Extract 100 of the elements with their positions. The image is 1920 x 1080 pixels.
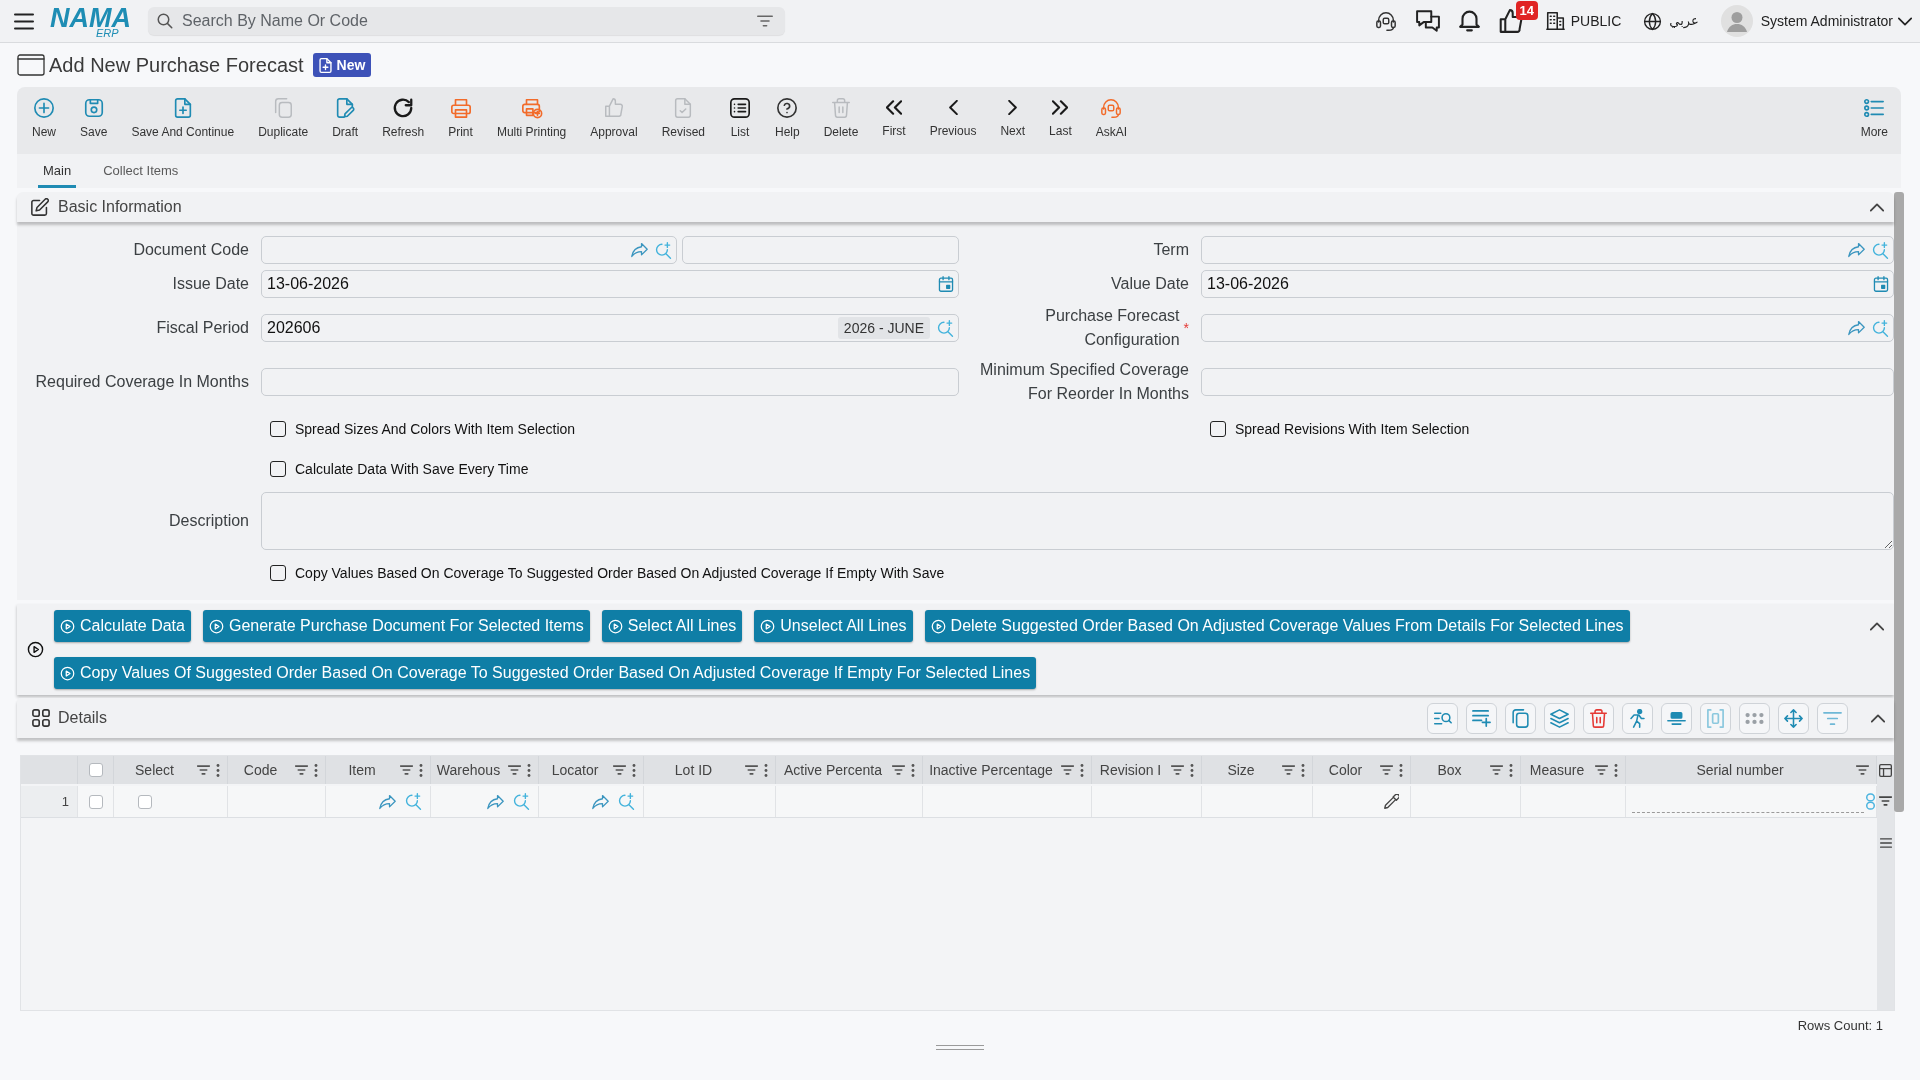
kebab-icon[interactable]: [527, 763, 531, 777]
scrollbar[interactable]: [1894, 192, 1904, 812]
filter-icon[interactable]: [295, 765, 308, 775]
kebab-icon[interactable]: [314, 763, 318, 777]
toolbar-button[interactable]: Previous: [917, 87, 989, 154]
chevron-up-icon[interactable]: [1871, 713, 1885, 723]
calendar-icon[interactable]: [1873, 276, 1889, 292]
checkbox[interactable]: [88, 794, 103, 809]
toolbar-button[interactable]: Multi Printing: [484, 87, 579, 154]
filter-icon[interactable]: [757, 14, 773, 28]
column-header[interactable]: Serial number: [1630, 759, 1850, 781]
checkbox[interactable]: [270, 421, 286, 437]
tab[interactable]: Main: [38, 156, 77, 188]
filter-icon[interactable]: [1595, 765, 1608, 775]
bell-icon[interactable]: [1458, 10, 1480, 32]
filter-icon[interactable]: [892, 765, 905, 775]
share-icon[interactable]: [1848, 320, 1865, 336]
chevron-up-icon[interactable]: [1870, 622, 1884, 631]
calendar-icon[interactable]: [938, 276, 954, 292]
chevron-down-icon[interactable]: [1898, 16, 1912, 26]
toolbar-button[interactable]: Draft: [320, 87, 371, 154]
column-header[interactable]: Warehous: [435, 759, 502, 781]
kebab-icon[interactable]: [1614, 763, 1618, 777]
lookup-field[interactable]: [261, 236, 677, 264]
tool-button[interactable]: [1505, 702, 1536, 734]
column-header[interactable]: Select: [118, 759, 191, 781]
kebab-icon[interactable]: [1190, 763, 1194, 777]
action-button[interactable]: Unselect All Lines: [754, 610, 913, 642]
toolbar-button[interactable]: AskAI: [1083, 87, 1140, 154]
column-header[interactable]: Color: [1317, 759, 1374, 781]
action-button[interactable]: Select All Lines: [601, 610, 743, 642]
kebab-icon[interactable]: [216, 763, 220, 777]
headset-icon[interactable]: [1374, 10, 1397, 32]
toolbar-button[interactable]: Save And Continue: [119, 87, 247, 154]
column-header[interactable]: Lot ID: [648, 759, 739, 781]
kebab-icon[interactable]: [1509, 763, 1513, 777]
column-header[interactable]: Box: [1415, 759, 1484, 781]
tool-button[interactable]: [1583, 702, 1614, 734]
chevron-up-icon[interactable]: [1870, 202, 1884, 212]
text-field[interactable]: [261, 368, 959, 396]
checkbox[interactable]: [138, 794, 152, 809]
description-field[interactable]: [261, 492, 1894, 550]
action-button[interactable]: Generate Purchase Document For Selected Items: [202, 610, 590, 642]
chat-icon[interactable]: [1415, 10, 1440, 32]
column-header[interactable]: Active Percenta: [780, 759, 886, 781]
search-field[interactable]: Search By Name Or Code: [148, 7, 785, 35]
share-icon[interactable]: [487, 793, 504, 810]
checkbox[interactable]: [1210, 421, 1226, 437]
checkbox[interactable]: [270, 565, 286, 581]
action-button[interactable]: Calculate Data: [54, 610, 191, 642]
toolbar-button[interactable]: New: [20, 87, 68, 154]
toolbar-button[interactable]: Save: [68, 87, 120, 154]
checkbox[interactable]: [88, 763, 103, 777]
share-icon[interactable]: [379, 793, 396, 810]
toolbar-button[interactable]: First: [870, 87, 918, 154]
company-name[interactable]: PUBLIC: [1570, 10, 1622, 32]
tool-button[interactable]: [1778, 702, 1809, 734]
action-button[interactable]: Copy Values Of Suggested Order Based On Coverage To Suggested Order Based On Adjusted Coverage If Empty For Selected Lines: [54, 657, 1037, 689]
toolbar-button[interactable]: Refresh: [370, 87, 437, 154]
toolbar-button[interactable]: More: [1860, 87, 1888, 154]
date-field[interactable]: 13-06-2026: [261, 270, 959, 298]
filter-icon[interactable]: [400, 765, 413, 775]
toolbar-button[interactable]: Help: [763, 87, 812, 154]
filter-icon[interactable]: [508, 765, 521, 775]
share-icon[interactable]: [631, 242, 648, 258]
column-header[interactable]: Item: [330, 759, 394, 781]
column-header[interactable]: Measure: [1525, 759, 1589, 781]
filter-icon[interactable]: [613, 765, 626, 775]
date-field[interactable]: 13-06-2026: [1201, 270, 1894, 298]
kebab-icon[interactable]: [1080, 763, 1084, 777]
tool-button[interactable]: [1622, 702, 1653, 734]
filter-icon[interactable]: [1061, 765, 1074, 775]
filter-icon[interactable]: [197, 765, 210, 775]
kebab-icon[interactable]: [911, 763, 915, 777]
language-link[interactable]: عربي: [1669, 11, 1699, 31]
lookup-field[interactable]: [1201, 314, 1894, 342]
eyedropper-icon[interactable]: [1384, 794, 1399, 809]
toolbar-button[interactable]: List: [717, 87, 763, 154]
kebab-icon[interactable]: [1399, 763, 1403, 777]
toolbar-button[interactable]: Print: [436, 87, 485, 154]
tool-button[interactable]: [1466, 702, 1497, 734]
lookup-field[interactable]: [1201, 236, 1894, 264]
filter-icon[interactable]: [1171, 765, 1184, 775]
lookup-field[interactable]: 202606 2026 - JUNE: [261, 314, 959, 342]
filter-icon[interactable]: [1380, 765, 1393, 775]
toolbar-button[interactable]: Last: [1037, 87, 1084, 154]
toolbar-button[interactable]: Next: [988, 87, 1038, 154]
column-header[interactable]: Revision I: [1096, 759, 1165, 781]
tool-button[interactable]: [1427, 702, 1458, 734]
tool-button[interactable]: [1544, 702, 1575, 734]
filter-icon[interactable]: [1490, 765, 1503, 775]
filter-icon[interactable]: [745, 765, 758, 775]
column-header[interactable]: Locator: [543, 759, 607, 781]
checkbox[interactable]: [270, 461, 286, 477]
filter-icon[interactable]: [1856, 765, 1869, 775]
kebab-icon[interactable]: [419, 763, 423, 777]
user-name[interactable]: System Administrator: [1760, 10, 1893, 32]
action-button[interactable]: Delete Suggested Order Based On Adjusted Coverage Values From Details For Selected Lines: [924, 610, 1630, 642]
filter-icon[interactable]: [1879, 796, 1892, 806]
column-header[interactable]: Size: [1206, 759, 1276, 781]
